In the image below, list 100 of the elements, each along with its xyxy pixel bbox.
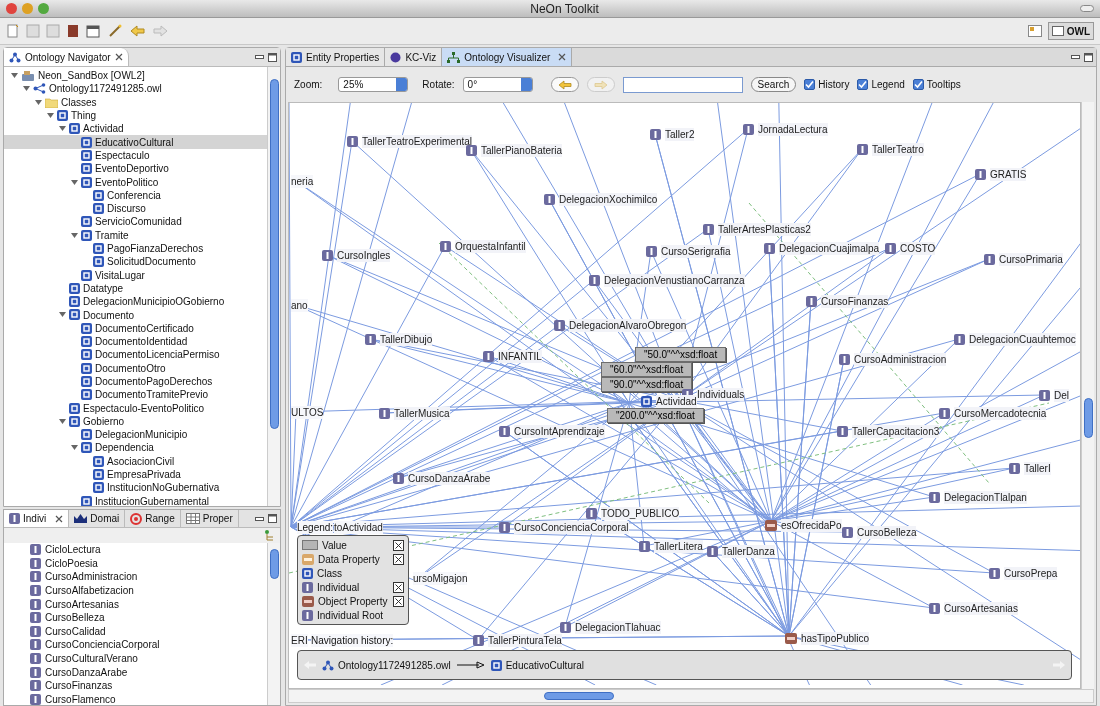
node-label[interactable]: hasTipoPublico	[801, 632, 869, 645]
filter-checkbox[interactable]	[393, 595, 404, 607]
node-label[interactable]: CursoIngles	[337, 249, 391, 262]
tree-item[interactable]: AsociacionCivil	[4, 454, 267, 468]
tree-item[interactable]: DelegacionMunicipio	[4, 428, 267, 442]
tree-item[interactable]: EventoPolitico	[4, 175, 267, 189]
tree-item[interactable]: Ontology1172491285.owl	[4, 82, 267, 96]
tree-item[interactable]: SolicitudDocumento	[4, 255, 267, 269]
editor-tab[interactable]: Ontology Visualizer	[442, 48, 573, 66]
filter-checkbox[interactable]	[393, 553, 404, 565]
tree-item[interactable]: ServicioComunidad	[4, 215, 267, 229]
node-label[interactable]: toActividad	[334, 521, 383, 534]
expander-icon[interactable]	[70, 178, 78, 186]
value-node[interactable]: "50.0"^^xsd:float	[635, 347, 727, 362]
tree-item[interactable]: DocumentoTramitePrevio	[4, 388, 267, 402]
tree-item[interactable]: Tramite	[4, 228, 267, 242]
tree-item[interactable]: EmpresaPrivada	[4, 467, 267, 482]
list-item[interactable]: CicloPoesia	[45, 555, 98, 571]
checkbox[interactable]	[912, 79, 924, 90]
tree-item[interactable]: DocumentoOtro	[4, 361, 267, 375]
scrollbar-thumb[interactable]	[1084, 398, 1093, 438]
history-item[interactable]: Ontology1172491285.owl	[338, 657, 451, 673]
back-button[interactable]	[550, 77, 579, 92]
tree-item[interactable]: Datatype	[4, 281, 267, 296]
tree-item[interactable]: Thing	[4, 108, 267, 123]
node-label[interactable]: TallerTeatroExperimental	[362, 135, 473, 148]
checkbox[interactable]	[857, 79, 869, 90]
node-label[interactable]: TallerMusica	[394, 407, 450, 420]
node-label[interactable]: COSTO	[900, 242, 936, 255]
tree-item[interactable]: PagoFianzaDerechos	[4, 241, 267, 256]
scrollbar-thumb[interactable]	[270, 79, 279, 429]
node-label[interactable]: ULTOS	[291, 406, 324, 419]
tree-item[interactable]: Classes	[4, 95, 267, 109]
tree-item[interactable]: EducativoCultural	[4, 135, 267, 149]
node-label[interactable]: INFANTIL	[498, 350, 542, 363]
scrollbar-thumb[interactable]	[270, 549, 279, 579]
checkbox-label[interactable]: Tooltips	[926, 77, 961, 92]
expander-icon[interactable]	[70, 231, 78, 239]
node-label[interactable]: TallerDanza	[722, 545, 775, 558]
tree-item[interactable]: DocumentoLicenciaPermiso	[4, 348, 267, 362]
node-label[interactable]: TallerI	[1024, 462, 1051, 475]
scrollbar-thumb[interactable]	[544, 692, 614, 700]
node-label[interactable]: TallerPinturaTela	[488, 634, 562, 647]
tree-item[interactable]: Neon_SandBox [OWL2]	[4, 69, 267, 83]
node-label[interactable]: CursoPrepa	[1004, 567, 1058, 580]
filter-checkbox[interactable]	[393, 581, 404, 593]
maximize-icon[interactable]	[1084, 52, 1093, 62]
node-label[interactable]: DelegacionAlvaroObregon	[569, 319, 687, 332]
node-label[interactable]: DelegacionTlalpan	[944, 491, 1027, 504]
value-node[interactable]: "200.0"^^xsd:float	[607, 408, 704, 423]
node-label[interactable]: Individuals	[697, 388, 745, 401]
list-item[interactable]: CursoDanzaArabe	[45, 664, 128, 680]
value-node[interactable]: "90.0"^^xsd:float	[601, 377, 693, 392]
wand-icon[interactable]	[108, 24, 124, 38]
editor-tab[interactable]: Entity Properties	[286, 48, 386, 66]
perspective-button[interactable]: OWL	[1047, 22, 1094, 40]
book-icon[interactable]	[66, 24, 80, 38]
close-icon[interactable]	[114, 53, 123, 61]
tree-item[interactable]: DocumentoPagoDerechos	[4, 374, 267, 389]
close-icon[interactable]	[55, 514, 64, 523]
filter-checkbox[interactable]	[393, 539, 404, 551]
list-item[interactable]: CicloLectura	[45, 543, 101, 558]
node-label[interactable]: TallerPianoBateria	[481, 144, 563, 157]
expander-icon[interactable]	[70, 444, 78, 452]
maximize-icon[interactable]	[268, 52, 277, 62]
scrollbar-track[interactable]	[267, 67, 280, 506]
node-label[interactable]: DelegacionTlahuac	[575, 621, 661, 634]
node-label[interactable]: OrquestaInfantil	[455, 240, 526, 253]
perspective-icon[interactable]	[1027, 25, 1042, 37]
tree-item[interactable]: Conferencia	[4, 188, 267, 202]
scrollbar-track[interactable]	[267, 543, 280, 705]
editor-tab[interactable]: KC-Viz	[385, 48, 443, 66]
node-label[interactable]: TallerLitera	[654, 540, 703, 553]
node-label[interactable]: CursoSerigrafia	[661, 245, 731, 258]
node-label[interactable]: CursoBelleza	[857, 526, 917, 539]
list-item[interactable]: CursoAlfabetizacion	[45, 583, 134, 599]
list-item[interactable]: CursoConcienciaCorporal	[45, 637, 160, 653]
node-label[interactable]: DelegacionXochimilco	[559, 193, 658, 206]
node-label[interactable]: ERI	[291, 634, 308, 647]
tree-item[interactable]: DelegacionMunicipioOGobierno	[4, 295, 267, 309]
node-label[interactable]: Del	[1054, 389, 1069, 402]
node-label[interactable]: TallerDibujo	[380, 333, 433, 346]
node-label[interactable]: CursoIntAprendizaje	[514, 425, 605, 438]
close-icon[interactable]	[558, 53, 567, 61]
tree-item[interactable]: Documento	[4, 308, 267, 322]
value-node[interactable]: "60.0"^^xsd:float	[601, 362, 693, 377]
zoom-select[interactable]: 25%	[338, 77, 409, 92]
checkbox-label[interactable]: Legend	[871, 77, 905, 92]
list-item[interactable]: CursoArtesanias	[45, 596, 119, 612]
checkbox[interactable]	[804, 79, 816, 90]
list-item[interactable]: CursoFlamenco	[45, 691, 116, 705]
node-label[interactable]: Actividad	[656, 395, 697, 408]
minimize-icon[interactable]	[1071, 54, 1080, 60]
list-item[interactable]: CursoBelleza	[45, 610, 105, 626]
scrollbar-track[interactable]	[288, 689, 1094, 703]
node-label[interactable]: DelegacionCuauhtemoc	[969, 333, 1076, 346]
rotate-select[interactable]: 0°	[462, 77, 533, 92]
node-label[interactable]: Taller2	[665, 128, 695, 141]
tree-item[interactable]: Gobierno	[4, 414, 267, 428]
tree-item[interactable]: DocumentoCertificado	[4, 321, 267, 335]
